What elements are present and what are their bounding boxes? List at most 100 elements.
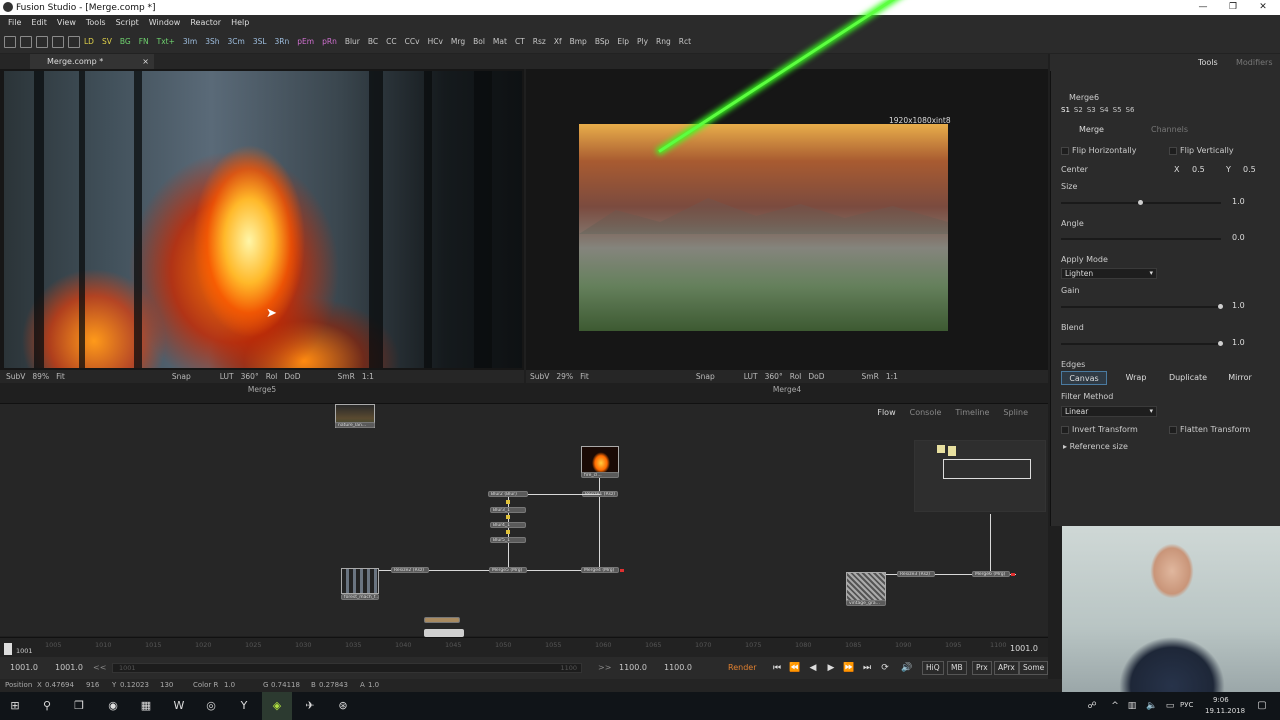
render-end[interactable]: 1100.0 <box>619 663 647 672</box>
word-icon[interactable]: W <box>172 699 186 713</box>
apply-mode-select[interactable]: Lighten <box>1061 268 1157 279</box>
layout-icon[interactable] <box>52 35 64 48</box>
windows-start-icon[interactable]: ⊞ <box>8 699 22 713</box>
some-button[interactable]: Some <box>1019 661 1049 675</box>
edges-canvas-button[interactable]: Canvas <box>1061 371 1107 385</box>
range-slider[interactable]: 1001 1100 <box>112 663 582 673</box>
gain-slider[interactable] <box>1061 304 1223 309</box>
angle-value[interactable]: 0.0 <box>1232 233 1245 242</box>
menu-tools[interactable]: Tools <box>86 18 106 27</box>
current-time[interactable]: 1001.0 <box>1010 644 1038 653</box>
lut-button[interactable]: LUT <box>744 372 758 381</box>
slot-s4[interactable]: S4 <box>1100 106 1109 114</box>
node-forest-loader[interactable]: forest_mach_f... <box>341 594 379 600</box>
layout-icon[interactable] <box>20 35 32 48</box>
app-icon[interactable]: ⊛ <box>336 699 350 713</box>
invert-transform-checkbox[interactable] <box>1061 426 1069 434</box>
zoom-level[interactable]: 89% <box>32 372 49 381</box>
center-y-value[interactable]: 0.5 <box>1243 165 1256 174</box>
clock-time[interactable]: 9:06 <box>1213 696 1229 704</box>
filter-method-select[interactable]: Linear <box>1061 406 1157 417</box>
size-slider[interactable] <box>1061 200 1221 205</box>
close-window-button[interactable]: ✕ <box>1248 0 1278 15</box>
tool-sv[interactable]: SV <box>102 37 112 46</box>
tab-console[interactable]: Console <box>910 408 942 417</box>
slot-s6[interactable]: S6 <box>1126 106 1135 114</box>
render-button[interactable]: Render <box>728 663 756 672</box>
tool-ply[interactable]: Ply <box>637 37 648 46</box>
tool-bg[interactable]: BG <box>120 37 131 46</box>
maximize-button[interactable]: ❐ <box>1218 0 1248 15</box>
angle-slider[interactable] <box>1061 238 1221 240</box>
tab-tools[interactable]: Tools <box>1198 58 1218 67</box>
tool-rct[interactable]: Rct <box>679 37 691 46</box>
dod-button[interactable]: DoD <box>808 372 824 381</box>
360-button[interactable]: 360° <box>241 372 259 381</box>
tool-bsp[interactable]: BSp <box>595 37 610 46</box>
flatten-transform-checkbox[interactable] <box>1169 426 1177 434</box>
layout-icon[interactable] <box>36 35 48 48</box>
loop-icon[interactable]: ⟳ <box>878 661 892 675</box>
tab-modifiers[interactable]: Modifiers <box>1236 58 1273 67</box>
audio-icon[interactable]: 🔊 <box>900 661 914 675</box>
tool-rsz[interactable]: Rsz <box>533 37 546 46</box>
people-icon[interactable]: ☍ <box>1085 699 1099 713</box>
tool-elp[interactable]: Elp <box>617 37 629 46</box>
tab-timeline[interactable]: Timeline <box>955 408 989 417</box>
one-to-one-button[interactable]: 1:1 <box>886 372 898 381</box>
blend-knob[interactable] <box>1218 341 1223 346</box>
node-thumbnail[interactable] <box>846 572 886 602</box>
size-knob[interactable] <box>1138 200 1143 205</box>
chrome-icon[interactable]: ◎ <box>204 699 218 713</box>
node-merge6[interactable]: Merge6 (Mrg) <box>972 571 1010 577</box>
volume-icon[interactable]: 🔈 <box>1145 699 1159 713</box>
node-nature-loader[interactable]: nature_lan... <box>335 422 375 428</box>
range-right-arrows[interactable]: >> <box>598 663 611 672</box>
tool-ct[interactable]: CT <box>515 37 525 46</box>
snap-button[interactable]: Snap <box>172 372 191 381</box>
tool-3im[interactable]: 3Im <box>183 37 197 46</box>
calculator-icon[interactable]: ▦ <box>139 699 153 713</box>
app-icon[interactable]: ✈ <box>303 699 317 713</box>
step-forward-icon[interactable]: ⏩ <box>842 661 856 675</box>
gain-knob[interactable] <box>1218 304 1223 309</box>
node-merge5[interactable]: Merge5 (Mrg) <box>489 567 527 573</box>
dod-button[interactable]: DoD <box>284 372 300 381</box>
tool-hcv[interactable]: HCv <box>428 37 443 46</box>
minimize-button[interactable]: — <box>1188 0 1218 15</box>
lut-button[interactable]: LUT <box>220 372 234 381</box>
time-ruler[interactable]: 1001 1005 1010 1015 1020 1025 1030 1035 … <box>0 637 1048 657</box>
slot-s5[interactable]: S5 <box>1113 106 1122 114</box>
node-vintage-loader[interactable]: vintage_gra... <box>846 600 886 606</box>
node-thumbnail[interactable] <box>581 446 619 474</box>
fit-button[interactable]: Fit <box>580 372 589 381</box>
tab-spline[interactable]: Spline <box>1003 408 1028 417</box>
menu-edit[interactable]: Edit <box>31 18 47 27</box>
tool-cc[interactable]: CC <box>386 37 396 46</box>
network-icon[interactable]: ▥ <box>1125 699 1139 713</box>
tool-pem[interactable]: pEm <box>297 37 314 46</box>
fit-button[interactable]: Fit <box>56 372 65 381</box>
go-to-start-icon[interactable]: ⏮ <box>770 661 784 675</box>
edges-duplicate-button[interactable]: Duplicate <box>1163 371 1213 385</box>
prx-button[interactable]: Prx <box>972 661 992 675</box>
tool-3sh[interactable]: 3Sh <box>205 37 219 46</box>
node-thumbnail[interactable] <box>341 568 379 594</box>
menu-window[interactable]: Window <box>149 18 181 27</box>
tool-bc[interactable]: BC <box>368 37 378 46</box>
edges-wrap-button[interactable]: Wrap <box>1111 371 1161 385</box>
node-blur5[interactable]: Blur5_1 <box>490 537 526 543</box>
task-view-icon[interactable]: ❐ <box>72 699 86 713</box>
tool-mat[interactable]: Mat <box>493 37 507 46</box>
smr-button[interactable]: SmR <box>862 372 879 381</box>
one-to-one-button[interactable]: 1:1 <box>362 372 374 381</box>
tool-ccv[interactable]: CCv <box>405 37 420 46</box>
tool-ld[interactable]: LD <box>84 37 94 46</box>
reference-size-toggle[interactable]: ▸ Reference size <box>1063 442 1128 451</box>
trash-icon[interactable] <box>68 35 80 48</box>
node-blur3[interactable]: Blur3_1 <box>490 507 526 513</box>
flow-navigator[interactable] <box>914 440 1046 512</box>
tool-prn[interactable]: pRn <box>322 37 337 46</box>
flip-horizontally-checkbox[interactable] <box>1061 147 1069 155</box>
slot-s1[interactable]: S1 <box>1061 106 1070 114</box>
